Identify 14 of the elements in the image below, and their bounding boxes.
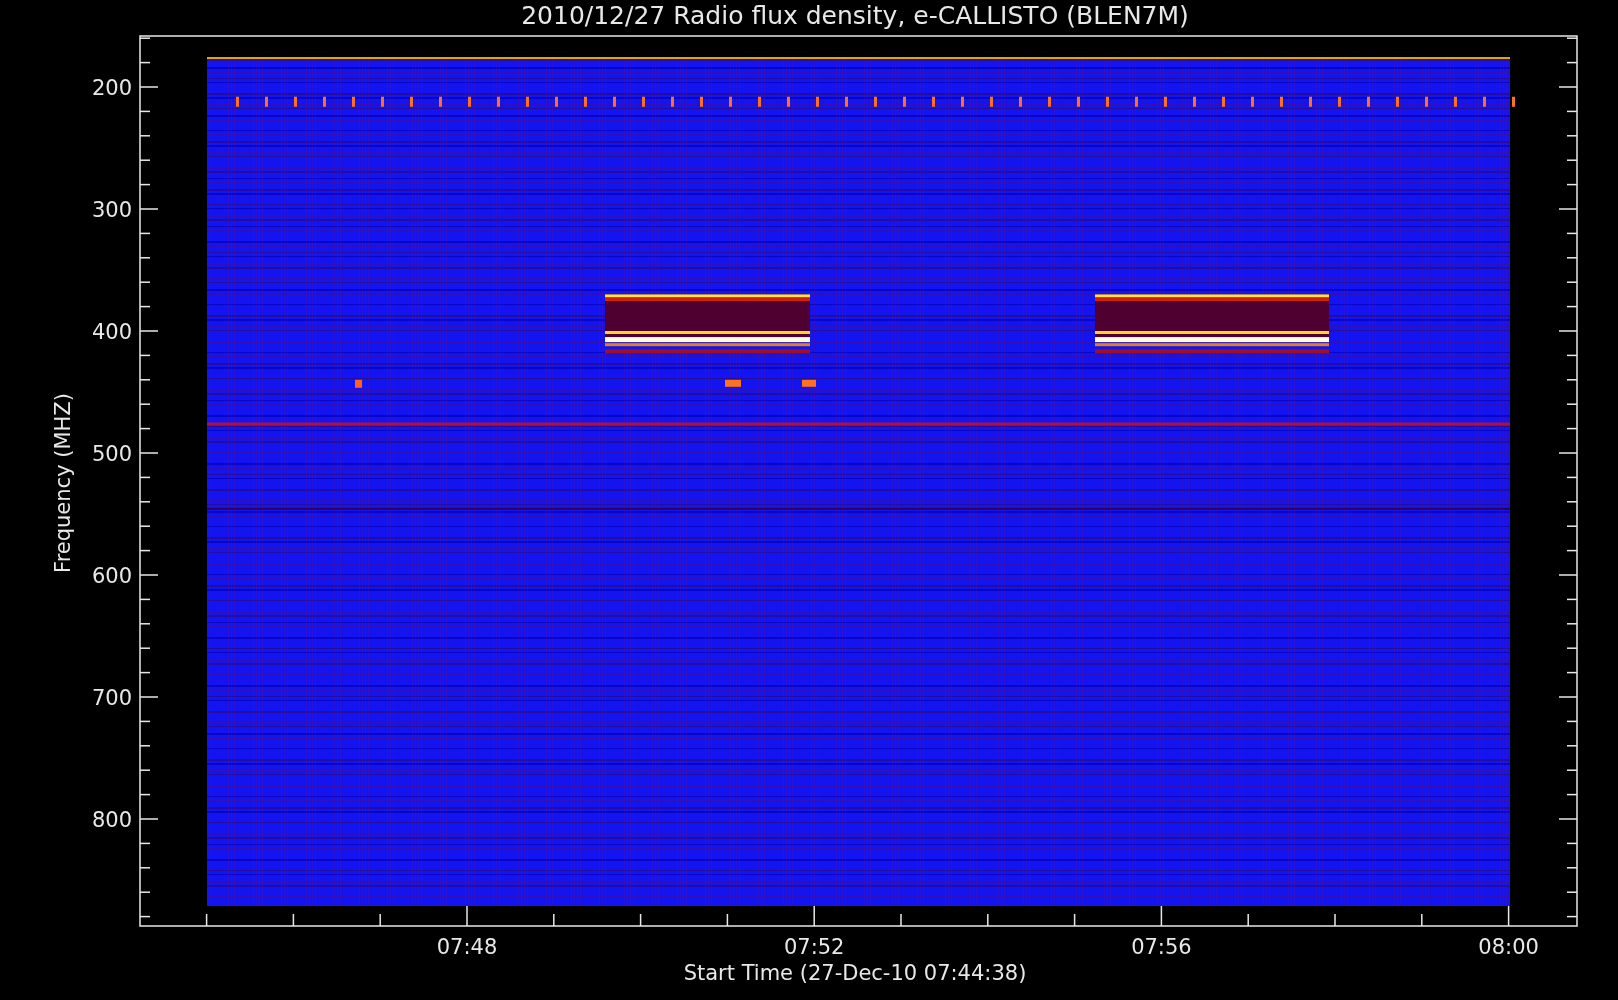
- x-tick-label: 07:48: [436, 935, 498, 959]
- y-tick-label: 400: [91, 320, 132, 344]
- x-axis-label: Start Time (27-Dec-10 07:44:38): [683, 961, 1027, 985]
- y-tick-label: 800: [91, 808, 132, 832]
- x-tick-label: 07:56: [1131, 935, 1192, 959]
- y-axis-label: Frequency (MHZ): [51, 393, 75, 573]
- plot-title: 2010/12/27 Radio flux density, e-CALLISTO (BLEN7M): [521, 1, 1189, 30]
- y-tick-label: 500: [91, 442, 132, 466]
- y-tick-label: 700: [91, 686, 132, 710]
- y-tick-label: 300: [91, 198, 132, 222]
- y-tick-label: 200: [91, 76, 132, 100]
- x-tick-label: 07:52: [783, 935, 845, 959]
- x-tick-label: 08:00: [1478, 935, 1539, 959]
- y-tick-label: 600: [91, 564, 132, 588]
